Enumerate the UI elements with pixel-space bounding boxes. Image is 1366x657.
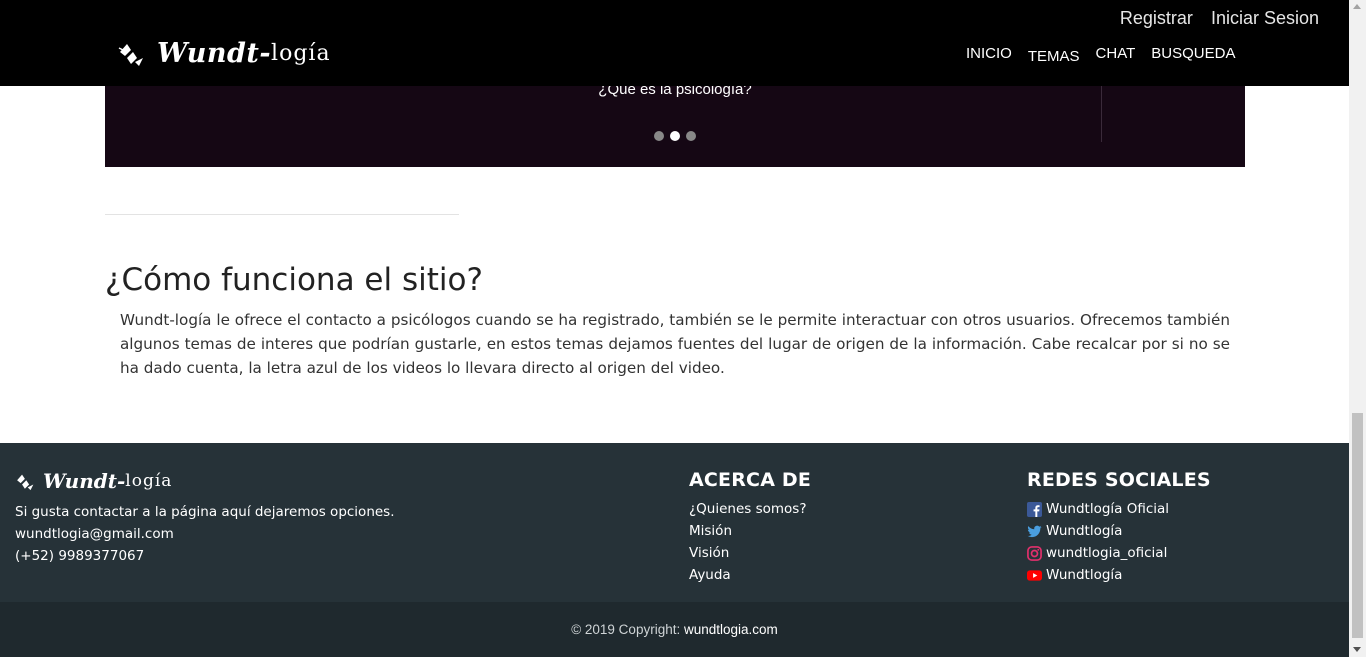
social-label-facebook: Wundtlogía Oficial	[1046, 501, 1170, 517]
copyright-link[interactable]: wundtlogia.com	[684, 622, 778, 637]
footer-link-ayuda[interactable]: Ayuda	[689, 564, 811, 586]
carousel: ¿Qué es la psicología?	[105, 82, 1245, 167]
main-menu: INICIO TEMAS CHAT BUSQUEDA	[966, 45, 1251, 65]
footer-link-mision[interactable]: Misión	[689, 520, 811, 542]
footer-brand-logo[interactable]: Wundt- logía	[15, 469, 395, 493]
footer-about-heading: ACERCA DE	[689, 469, 812, 491]
social-label-youtube: Wundtlogía	[1046, 567, 1123, 583]
brain-logo-icon	[118, 44, 143, 66]
footer-social: REDES SOCIALES Wundtlogía Oficial Wundtl…	[1027, 469, 1211, 586]
login-link[interactable]: Iniciar Sesion	[1211, 8, 1319, 29]
brain-logo-icon	[17, 474, 34, 491]
footer: Wundt- logía Si gusta contactar a la pág…	[0, 443, 1349, 657]
section-title: ¿Cómo funciona el sitio?	[105, 262, 483, 298]
carousel-caption: ¿Qué es la psicología?	[105, 82, 1245, 98]
footer-brand-light: logía	[125, 471, 173, 491]
footer-social-heading: REDES SOCIALES	[1027, 469, 1211, 491]
nav-item-busqueda[interactable]: BUSQUEDA	[1151, 45, 1235, 65]
social-label-twitter: Wundtlogía	[1046, 523, 1123, 539]
footer-brand-bold: Wundt-	[43, 469, 126, 493]
carousel-indicator-2[interactable]	[670, 131, 680, 141]
nav-item-chat[interactable]: CHAT	[1096, 45, 1136, 65]
register-link[interactable]: Registrar	[1120, 8, 1193, 29]
copyright-text: © 2019 Copyright:	[571, 622, 684, 637]
brand-logo[interactable]: Wundt- logía	[117, 36, 331, 70]
section-divider	[105, 214, 459, 215]
footer-link-vision[interactable]: Visión	[689, 542, 811, 564]
brand-name-bold: Wundt-	[157, 37, 272, 69]
instagram-icon	[1027, 545, 1042, 561]
footer-phone: (+52) 9989377067	[15, 548, 145, 564]
brand-name-light: logía	[271, 40, 331, 66]
footer-link-quienes-somos[interactable]: ¿Quienes somos?	[689, 498, 811, 520]
top-navbar: Wundt- logía Registrar Iniciar Sesion IN…	[0, 0, 1349, 86]
footer-copyright: © 2019 Copyright: wundtlogia.com	[0, 602, 1349, 657]
section-body: Wundt-logía le ofrece el contacto a psic…	[120, 311, 1230, 377]
nav-item-temas[interactable]: TEMAS	[1028, 48, 1080, 65]
carousel-indicator-3[interactable]	[686, 131, 696, 141]
social-link-youtube[interactable]: Wundtlogía	[1027, 564, 1211, 586]
footer-about: ACERCA DE ¿Quienes somos? Misión Visión …	[689, 469, 811, 586]
carousel-indicator-1[interactable]	[654, 131, 664, 141]
social-link-facebook[interactable]: Wundtlogía Oficial	[1027, 498, 1211, 520]
carousel-divider	[1101, 86, 1102, 142]
scroll-down-arrow-icon[interactable]	[1353, 647, 1361, 652]
twitter-icon	[1027, 525, 1042, 537]
facebook-icon	[1027, 501, 1042, 517]
youtube-icon	[1027, 569, 1042, 581]
social-label-instagram: wundtlogia_oficial	[1046, 545, 1168, 561]
scrollbar-thumb[interactable]	[1352, 413, 1363, 638]
carousel-indicators	[654, 131, 696, 141]
footer-contact: Wundt- logía Si gusta contactar a la pág…	[15, 469, 395, 567]
vertical-scrollbar[interactable]	[1349, 0, 1366, 657]
footer-email[interactable]: wundtlogia@gmail.com	[15, 523, 395, 545]
scroll-up-arrow-icon[interactable]	[1353, 4, 1361, 9]
footer-contact-text: Si gusta contactar a la página aquí deja…	[15, 504, 395, 520]
nav-item-inicio[interactable]: INICIO	[966, 45, 1012, 65]
social-link-instagram[interactable]: wundtlogia_oficial	[1027, 542, 1211, 564]
auth-links: Registrar Iniciar Sesion	[1120, 8, 1319, 29]
social-link-twitter[interactable]: Wundtlogía	[1027, 520, 1211, 542]
